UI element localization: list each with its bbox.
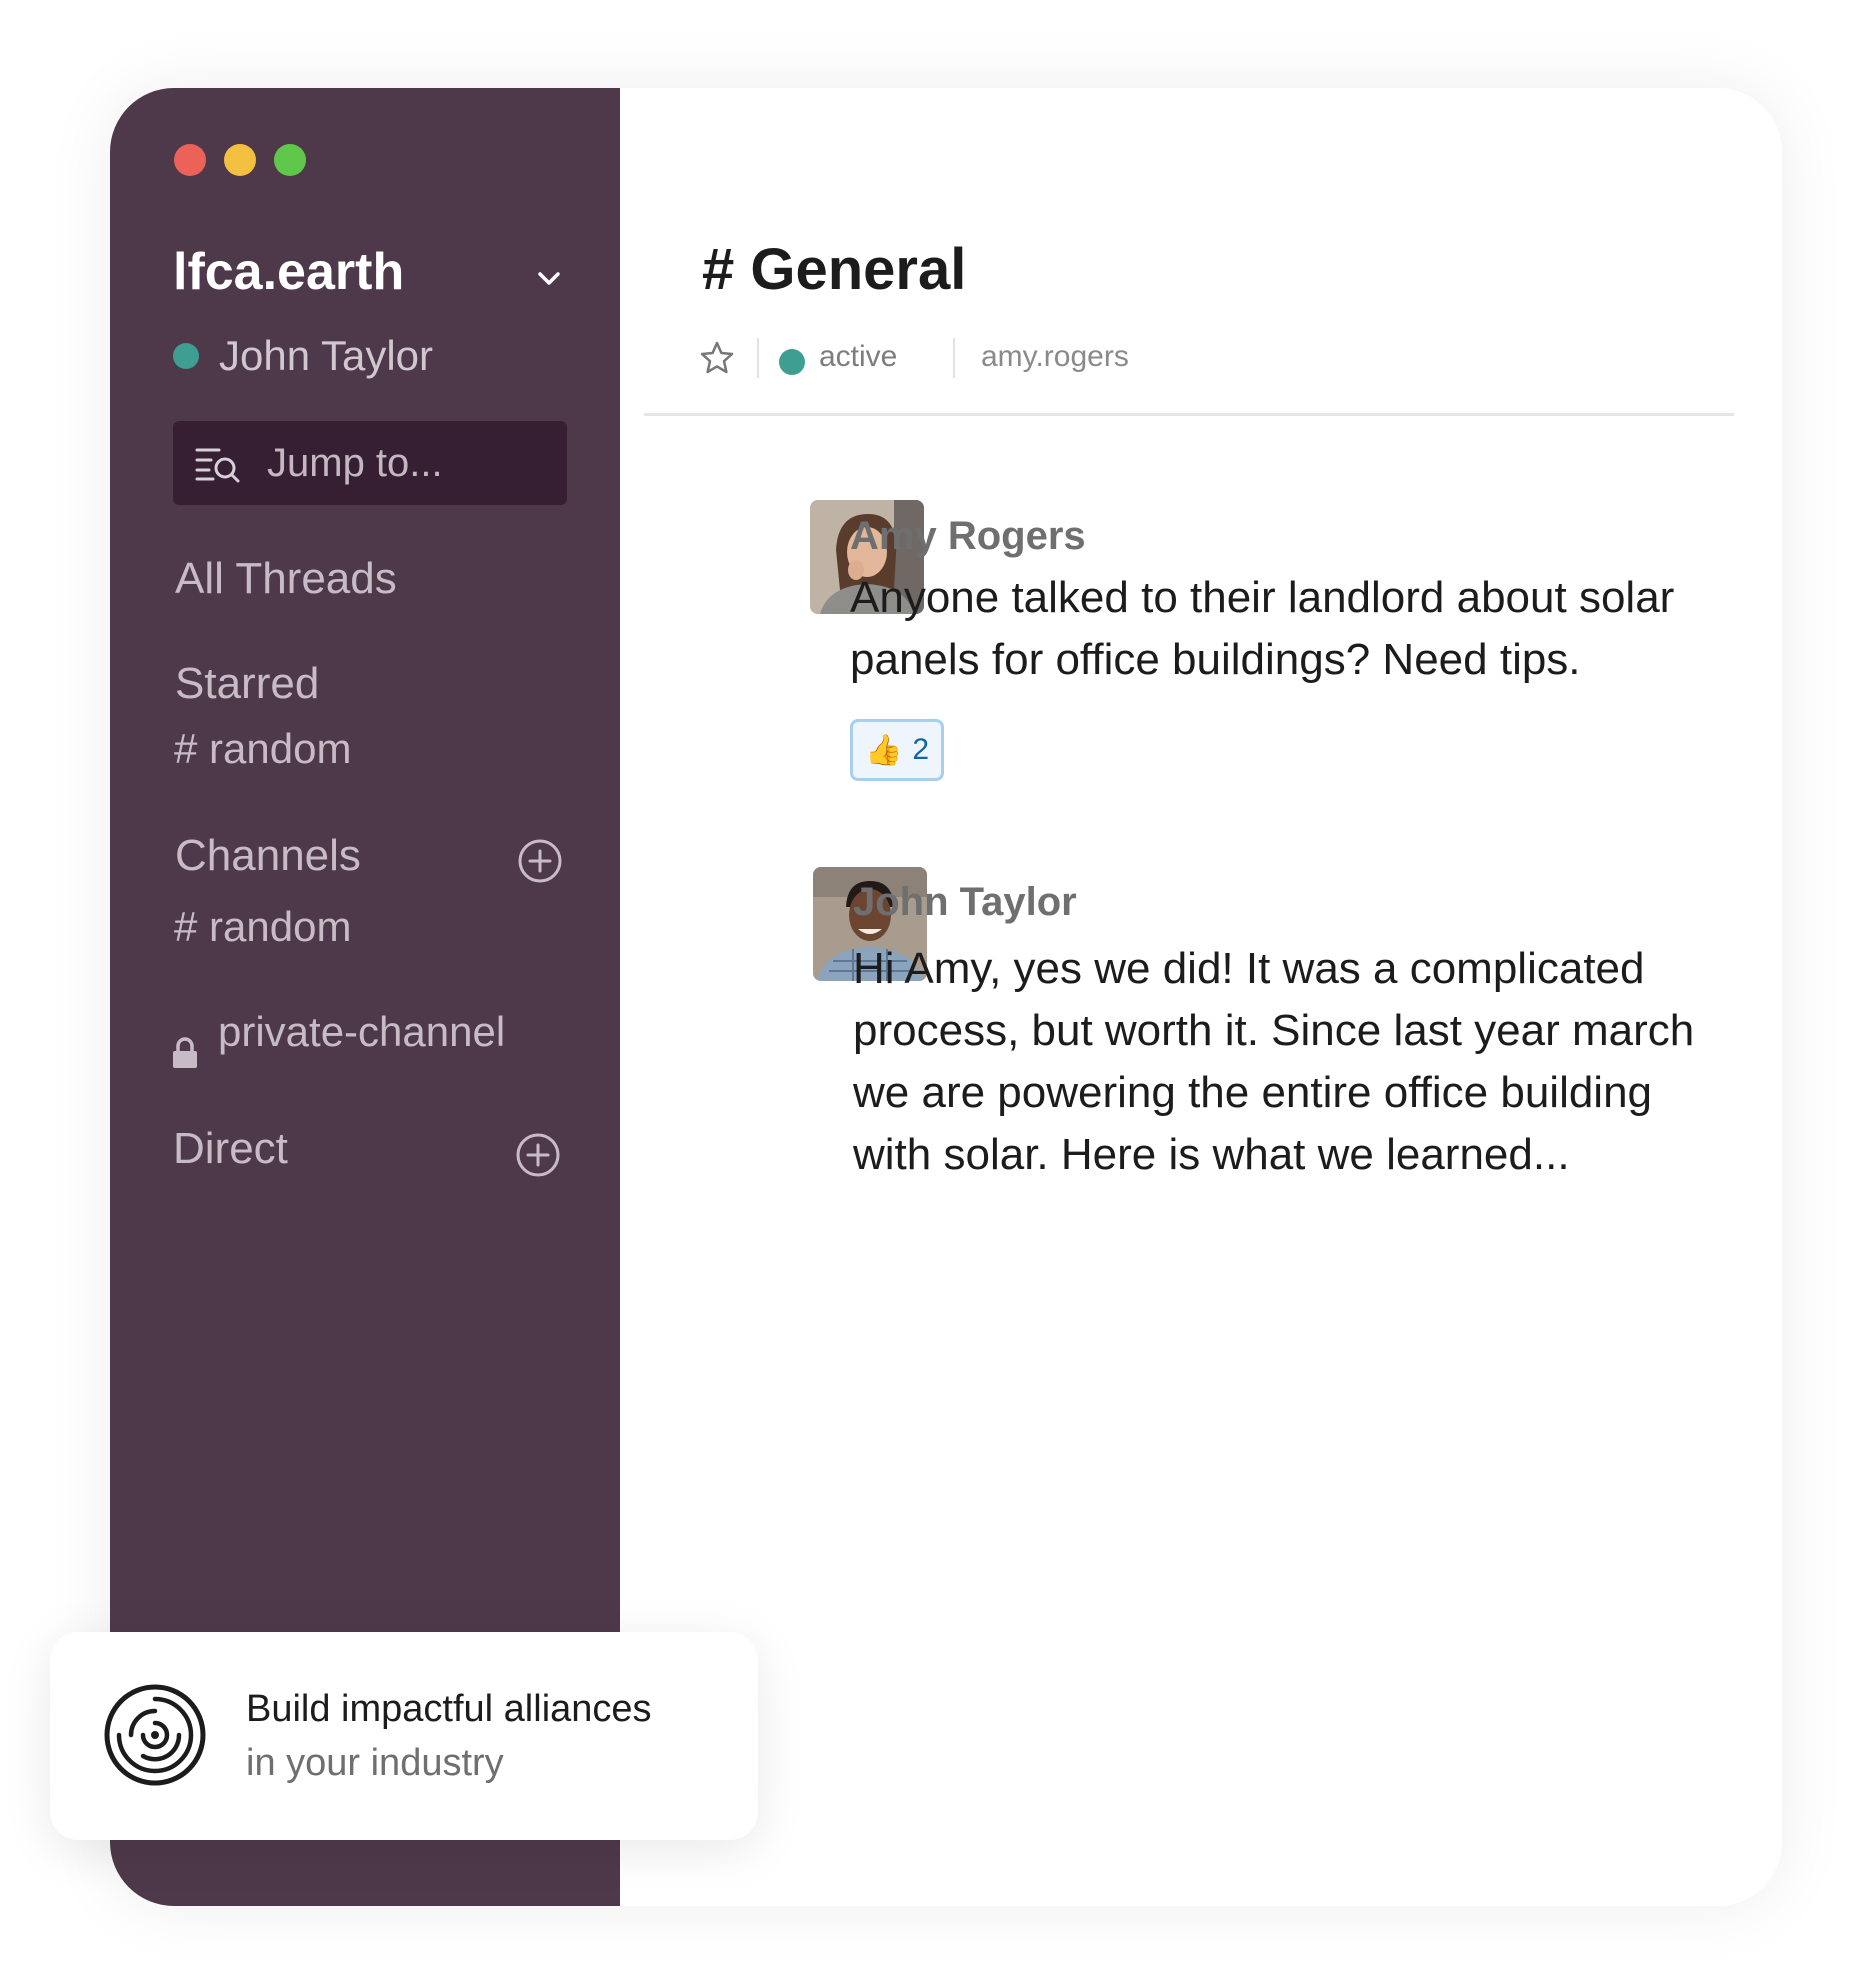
- reaction-count: 2: [912, 733, 930, 766]
- message-line: panels for office buildings? Need tips.: [850, 635, 1581, 684]
- minimize-window-button[interactable]: [224, 144, 256, 176]
- message-line: Hi Amy, yes we did! It was a complicated: [853, 944, 1645, 993]
- header-separator: [953, 338, 955, 378]
- channel-view: # General active amy.rogers Amy Rogers A…: [620, 88, 1782, 1906]
- header-separator: [757, 338, 759, 378]
- chevron-down-icon[interactable]: [534, 266, 564, 292]
- header-divider: [644, 413, 1734, 416]
- presence-indicator: [173, 343, 199, 369]
- sidebar-item-starred-random[interactable]: # random: [174, 725, 351, 773]
- close-window-button[interactable]: [174, 144, 206, 176]
- message-text: Anyone talked to their landlord about so…: [850, 567, 1674, 691]
- channel-status: active: [819, 340, 898, 373]
- thumbs-up-icon: 👍: [864, 733, 903, 767]
- workspace-name[interactable]: lfca.earth: [173, 242, 404, 302]
- maximize-window-button[interactable]: [274, 144, 306, 176]
- promo-card: Build impactful alliances in your indust…: [50, 1632, 758, 1840]
- message-line: process, but worth it. Since last year m…: [853, 1006, 1695, 1055]
- add-direct-message-icon[interactable]: [515, 1132, 561, 1178]
- add-channel-icon[interactable]: [517, 838, 563, 884]
- starred-section-label[interactable]: Starred: [175, 659, 319, 709]
- message-line: we are powering the entire office buildi…: [853, 1068, 1653, 1117]
- message-line: with solar. Here is what we learned...: [853, 1130, 1570, 1179]
- current-user-name: John Taylor: [219, 332, 434, 379]
- reaction-thumbs-up[interactable]: 👍 2: [850, 719, 944, 781]
- message-line: Anyone talked to their landlord about so…: [850, 573, 1675, 622]
- channel-member-handle[interactable]: amy.rogers: [981, 340, 1129, 374]
- message-author[interactable]: Amy Rogers: [850, 514, 1086, 559]
- message-text: Hi Amy, yes we did! It was a complicated…: [853, 938, 1694, 1186]
- current-user[interactable]: John Taylor: [173, 332, 433, 380]
- channels-section-label[interactable]: Channels: [175, 831, 361, 881]
- sidebar-item-all-threads[interactable]: All Threads: [175, 554, 397, 604]
- promo-subtitle: in your industry: [246, 1742, 504, 1784]
- promo-title: Build impactful alliances: [246, 1688, 652, 1730]
- window-controls: [174, 144, 306, 176]
- message-author[interactable]: John Taylor: [853, 880, 1077, 925]
- direct-section-label[interactable]: Direct: [173, 1124, 288, 1174]
- target-spiral-icon: [104, 1684, 206, 1786]
- star-icon[interactable]: [699, 340, 735, 376]
- jump-to-placeholder: Jump to...: [267, 440, 443, 485]
- sidebar-item-private-channel[interactable]: private-channel: [218, 1008, 505, 1056]
- status-indicator: [779, 349, 805, 375]
- search-list-icon: [195, 448, 240, 483]
- lock-icon: [173, 1037, 197, 1068]
- channel-title: # General: [702, 237, 967, 302]
- sidebar-item-channel-random[interactable]: # random: [174, 903, 351, 951]
- jump-to-search[interactable]: Jump to...: [173, 421, 567, 505]
